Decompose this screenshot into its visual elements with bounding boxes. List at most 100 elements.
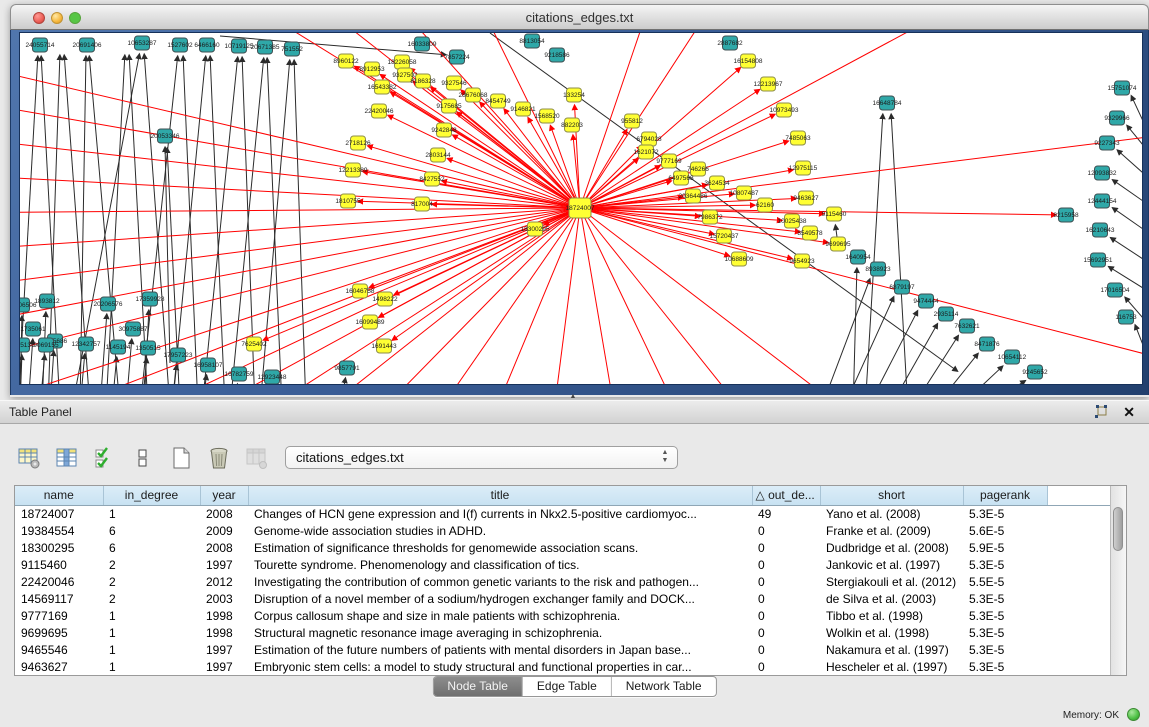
table-cell[interactable]: 1997	[200, 556, 248, 573]
graph-edge[interactable]	[172, 56, 206, 385]
table-cell[interactable]: 0	[752, 556, 820, 573]
tab-node-table[interactable]: Node Table	[433, 677, 523, 696]
graph-edge[interactable]	[172, 365, 177, 385]
graph-edge[interactable]	[50, 351, 54, 385]
table-row[interactable]: 2242004622012Investigating the contribut…	[15, 573, 1112, 590]
table-cell[interactable]: 14569117	[15, 590, 103, 607]
graph-edge[interactable]	[1127, 125, 1143, 145]
table-cell[interactable]: Disruption of a novel member of a sodium…	[248, 590, 752, 607]
graph-edge[interactable]	[19, 208, 580, 373]
column-header-in_degree[interactable]: in_degree	[103, 486, 200, 505]
table-row[interactable]: 1938455462009Genome-wide association stu…	[15, 522, 1112, 539]
table-cell[interactable]: 9777169	[15, 607, 103, 624]
table-cell[interactable]: 2	[103, 556, 200, 573]
table-cell[interactable]: 9115460	[15, 556, 103, 573]
table-cell[interactable]: 0	[752, 641, 820, 658]
rows-icon[interactable]	[130, 445, 156, 471]
table-cell[interactable]: Yano et al. (2008)	[820, 505, 963, 522]
table-cell[interactable]: 5.3E-5	[963, 556, 1047, 573]
graph-edge[interactable]	[580, 208, 900, 385]
table-cell[interactable]: 0	[752, 522, 820, 539]
graph-edge[interactable]	[233, 384, 237, 385]
table-cell[interactable]: 0	[752, 607, 820, 624]
table-cell[interactable]: 5.3E-5	[963, 641, 1047, 658]
graph-edge[interactable]	[140, 56, 178, 385]
table-cell[interactable]: Investigating the contribution of common…	[248, 573, 752, 590]
column-header-title[interactable]: title	[248, 486, 752, 505]
table-cell[interactable]: 5.3E-5	[963, 658, 1047, 675]
graph-edge[interactable]	[260, 60, 290, 385]
table-cell[interactable]: Wolkin et al. (1998)	[820, 624, 963, 641]
table-cell[interactable]: 1	[103, 658, 200, 675]
table-cell[interactable]: 2008	[200, 539, 248, 556]
table-cell[interactable]: 2	[103, 590, 200, 607]
graph-edge[interactable]	[866, 311, 918, 385]
table-cell[interactable]: 5.3E-5	[963, 624, 1047, 641]
table-cell[interactable]: 1	[103, 641, 200, 658]
table-cell[interactable]: Tourette syndrome. Phenomenology and cla…	[248, 556, 752, 573]
table-row[interactable]: 1830029562008Estimation of significance …	[15, 539, 1112, 556]
table-cell[interactable]: de Silva et al. (2003)	[820, 590, 963, 607]
table-cell[interactable]: 5.6E-5	[963, 522, 1047, 539]
graph-edge[interactable]	[230, 58, 264, 385]
graph-edge[interactable]	[432, 204, 580, 208]
graph-edge[interactable]	[1111, 238, 1143, 259]
table-cell[interactable]: 0	[752, 624, 820, 641]
graph-edge[interactable]	[294, 60, 306, 385]
graph-edge[interactable]	[1112, 208, 1143, 229]
graph-edge[interactable]	[820, 279, 870, 385]
table-cell[interactable]: Estimation of significance thresholds fo…	[248, 539, 752, 556]
table-cell[interactable]: Genome-wide association studies in ADHD.	[248, 522, 752, 539]
graph-edge[interactable]	[19, 93, 580, 208]
memory-status-icon[interactable]	[1127, 708, 1140, 721]
table-settings-icon[interactable]	[16, 445, 42, 471]
graph-edge[interactable]	[1117, 150, 1143, 173]
graph-edge[interactable]	[580, 208, 690, 385]
table-row[interactable]: 911546021997Tourette syndrome. Phenomeno…	[15, 556, 1112, 573]
table-cell[interactable]: 2009	[200, 522, 248, 539]
graph-edge[interactable]	[202, 57, 238, 385]
table-cell[interactable]: 18724007	[15, 505, 103, 522]
graph-edge[interactable]	[891, 114, 908, 385]
table-cell[interactable]: 1	[103, 624, 200, 641]
table-cell[interactable]: 9463627	[15, 658, 103, 675]
table-row[interactable]: 1456911722003Disruption of a novel membe…	[15, 590, 1112, 607]
tab-network-table[interactable]: Network Table	[612, 677, 716, 696]
select-all-icon[interactable]	[92, 445, 118, 471]
table-cell[interactable]: Franke et al. (2009)	[820, 522, 963, 539]
graph-edge[interactable]	[580, 133, 1143, 208]
table-cell[interactable]: Corpus callosum shape and size in male p…	[248, 607, 752, 624]
column-header-short[interactable]: short	[820, 486, 963, 505]
table-cell[interactable]: 6	[103, 522, 200, 539]
graph-edge[interactable]	[242, 57, 255, 385]
column-header-year[interactable]: year	[200, 486, 248, 505]
table-cell[interactable]: 6	[103, 539, 200, 556]
graph-edge[interactable]	[1112, 180, 1143, 201]
table-cell[interactable]: 9465546	[15, 641, 103, 658]
table-row[interactable]: 1872400712008Changes of HCN gene express…	[15, 505, 1112, 522]
table-cell[interactable]: 1	[103, 607, 200, 624]
table-cell[interactable]: 5.9E-5	[963, 539, 1047, 556]
graph-edge[interactable]	[106, 55, 125, 385]
graph-edge[interactable]	[955, 366, 1003, 385]
table-cell[interactable]: 2003	[200, 590, 248, 607]
vertical-scrollbar[interactable]	[1110, 486, 1126, 675]
new-table-icon[interactable]	[168, 445, 194, 471]
table-cell[interactable]: 5.3E-5	[963, 590, 1047, 607]
delete-icon[interactable]	[206, 445, 232, 471]
table-cell[interactable]: 49	[752, 505, 820, 522]
table-row[interactable]: 946362711997Embryonic stem cells: a mode…	[15, 658, 1112, 675]
tab-edge-table[interactable]: Edge Table	[523, 677, 612, 696]
graph-edge[interactable]	[183, 56, 198, 385]
graph-edge[interactable]	[1135, 325, 1143, 345]
graph-edge[interactable]	[19, 173, 580, 208]
table-cell[interactable]: 22420046	[15, 573, 103, 590]
graph-edge[interactable]	[865, 114, 883, 385]
show-columns-icon[interactable]	[54, 445, 80, 471]
column-header-pagerank[interactable]: pagerank	[963, 486, 1047, 505]
graph-edge[interactable]	[580, 208, 1143, 363]
graph-edge[interactable]	[835, 225, 837, 237]
table-cell[interactable]: Embryonic stem cells: a model to study s…	[248, 658, 752, 675]
table-selector-dropdown[interactable]: citations_edges.txt ▲▼	[285, 446, 678, 469]
column-header-out_de[interactable]: △ out_de...	[752, 486, 820, 505]
